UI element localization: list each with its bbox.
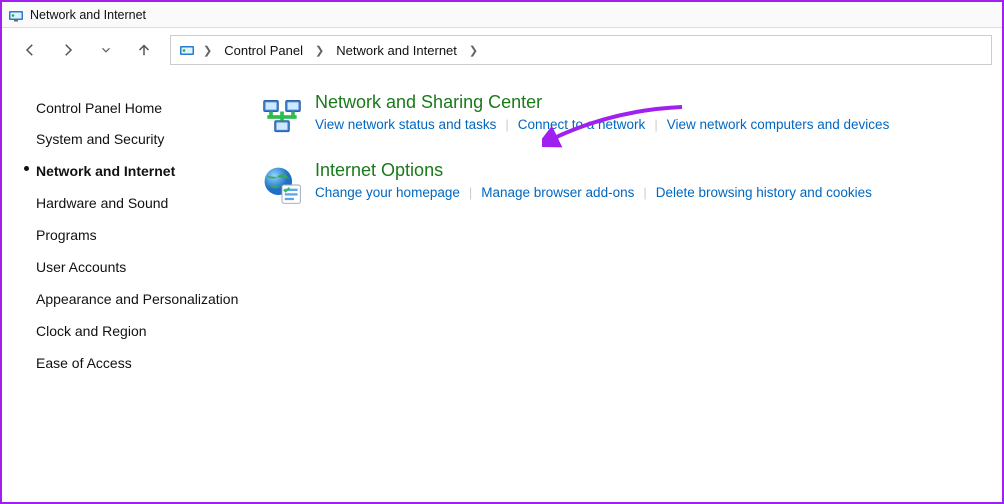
sidebar-item-label: Appearance and Personalization xyxy=(36,291,238,307)
navigation-toolbar: ❯ Control Panel ❯ Network and Internet ❯ xyxy=(2,28,1002,72)
sidebar-item[interactable]: Control Panel Home xyxy=(24,92,239,124)
window-title: Network and Internet xyxy=(30,8,146,22)
separator: | xyxy=(460,185,481,200)
sidebar-item-label: Ease of Access xyxy=(36,355,132,371)
sidebar-item-label: Control Panel Home xyxy=(36,100,162,116)
forward-button[interactable] xyxy=(54,36,82,64)
sidebar-item-label: Programs xyxy=(36,227,97,243)
internet-options-icon xyxy=(257,160,307,210)
sidebar-item-label: Clock and Region xyxy=(36,323,147,339)
control-panel-icon xyxy=(8,7,24,23)
task-link[interactable]: View network status and tasks xyxy=(315,117,496,132)
category-row: Internet OptionsChange your homepage|Man… xyxy=(257,160,1002,210)
sidebar: Control Panel Home System and Security Net… xyxy=(2,72,247,502)
sidebar-item[interactable]: Hardware and Sound xyxy=(24,188,239,220)
recent-locations-dropdown[interactable] xyxy=(92,36,120,64)
separator: | xyxy=(496,117,517,132)
chevron-right-icon: ❯ xyxy=(465,44,482,57)
content-body: Control Panel Home System and Security Net… xyxy=(2,72,1002,502)
task-link[interactable]: Manage browser add-ons xyxy=(481,185,634,200)
sidebar-item-label: User Accounts xyxy=(36,259,126,275)
sidebar-item[interactable]: User Accounts xyxy=(24,251,239,283)
sidebar-item[interactable]: Clock and Region xyxy=(24,315,239,347)
sidebar-item-label: Hardware and Sound xyxy=(36,195,168,211)
task-link[interactable]: View network computers and devices xyxy=(667,117,890,132)
separator: | xyxy=(634,185,655,200)
chevron-right-icon: ❯ xyxy=(199,44,216,57)
separator: | xyxy=(645,117,666,132)
chevron-right-icon: ❯ xyxy=(311,44,328,57)
sidebar-item-label: Network and Internet xyxy=(36,163,175,179)
task-link[interactable]: Change your homepage xyxy=(315,185,460,200)
main-content: Network and Sharing CenterView network s… xyxy=(247,72,1002,502)
category-row: Network and Sharing CenterView network s… xyxy=(257,92,1002,142)
sidebar-item[interactable]: Appearance and Personalization xyxy=(24,283,239,315)
sidebar-item[interactable]: System and Security xyxy=(24,124,239,156)
category-heading[interactable]: Network and Sharing Center xyxy=(315,92,542,117)
sidebar-item[interactable]: Ease of Access xyxy=(24,347,239,379)
addressbar-icon xyxy=(179,42,195,58)
address-bar[interactable]: ❯ Control Panel ❯ Network and Internet ❯ xyxy=(170,35,992,65)
breadcrumb-item[interactable]: Control Panel xyxy=(220,41,307,60)
window-frame: Network and Internet ❯ Control Panel ❯ N… xyxy=(0,0,1004,504)
task-link[interactable]: Delete browsing history and cookies xyxy=(656,185,872,200)
up-button[interactable] xyxy=(130,36,158,64)
network-sharing-icon xyxy=(257,92,307,142)
back-button[interactable] xyxy=(16,36,44,64)
task-link[interactable]: Connect to a network xyxy=(518,117,646,132)
category-heading[interactable]: Internet Options xyxy=(315,160,443,185)
sidebar-item[interactable]: Network and Internet xyxy=(24,156,239,188)
sidebar-item-label: System and Security xyxy=(36,131,164,147)
sidebar-item[interactable]: Programs xyxy=(24,220,239,252)
titlebar: Network and Internet xyxy=(2,2,1002,28)
breadcrumb-item[interactable]: Network and Internet xyxy=(332,41,461,60)
